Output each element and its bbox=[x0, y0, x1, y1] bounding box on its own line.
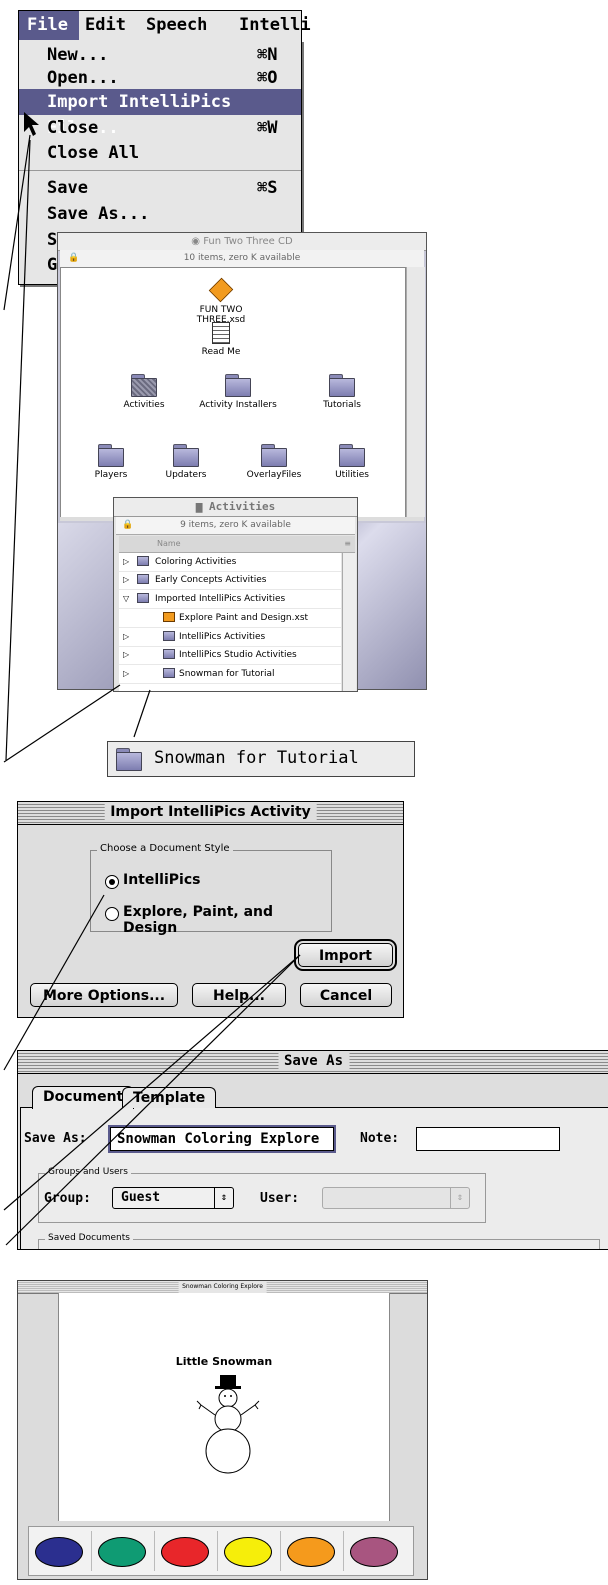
callout-lines bbox=[3, 112, 301, 1246]
mouse-pointer-icon bbox=[24, 112, 39, 136]
